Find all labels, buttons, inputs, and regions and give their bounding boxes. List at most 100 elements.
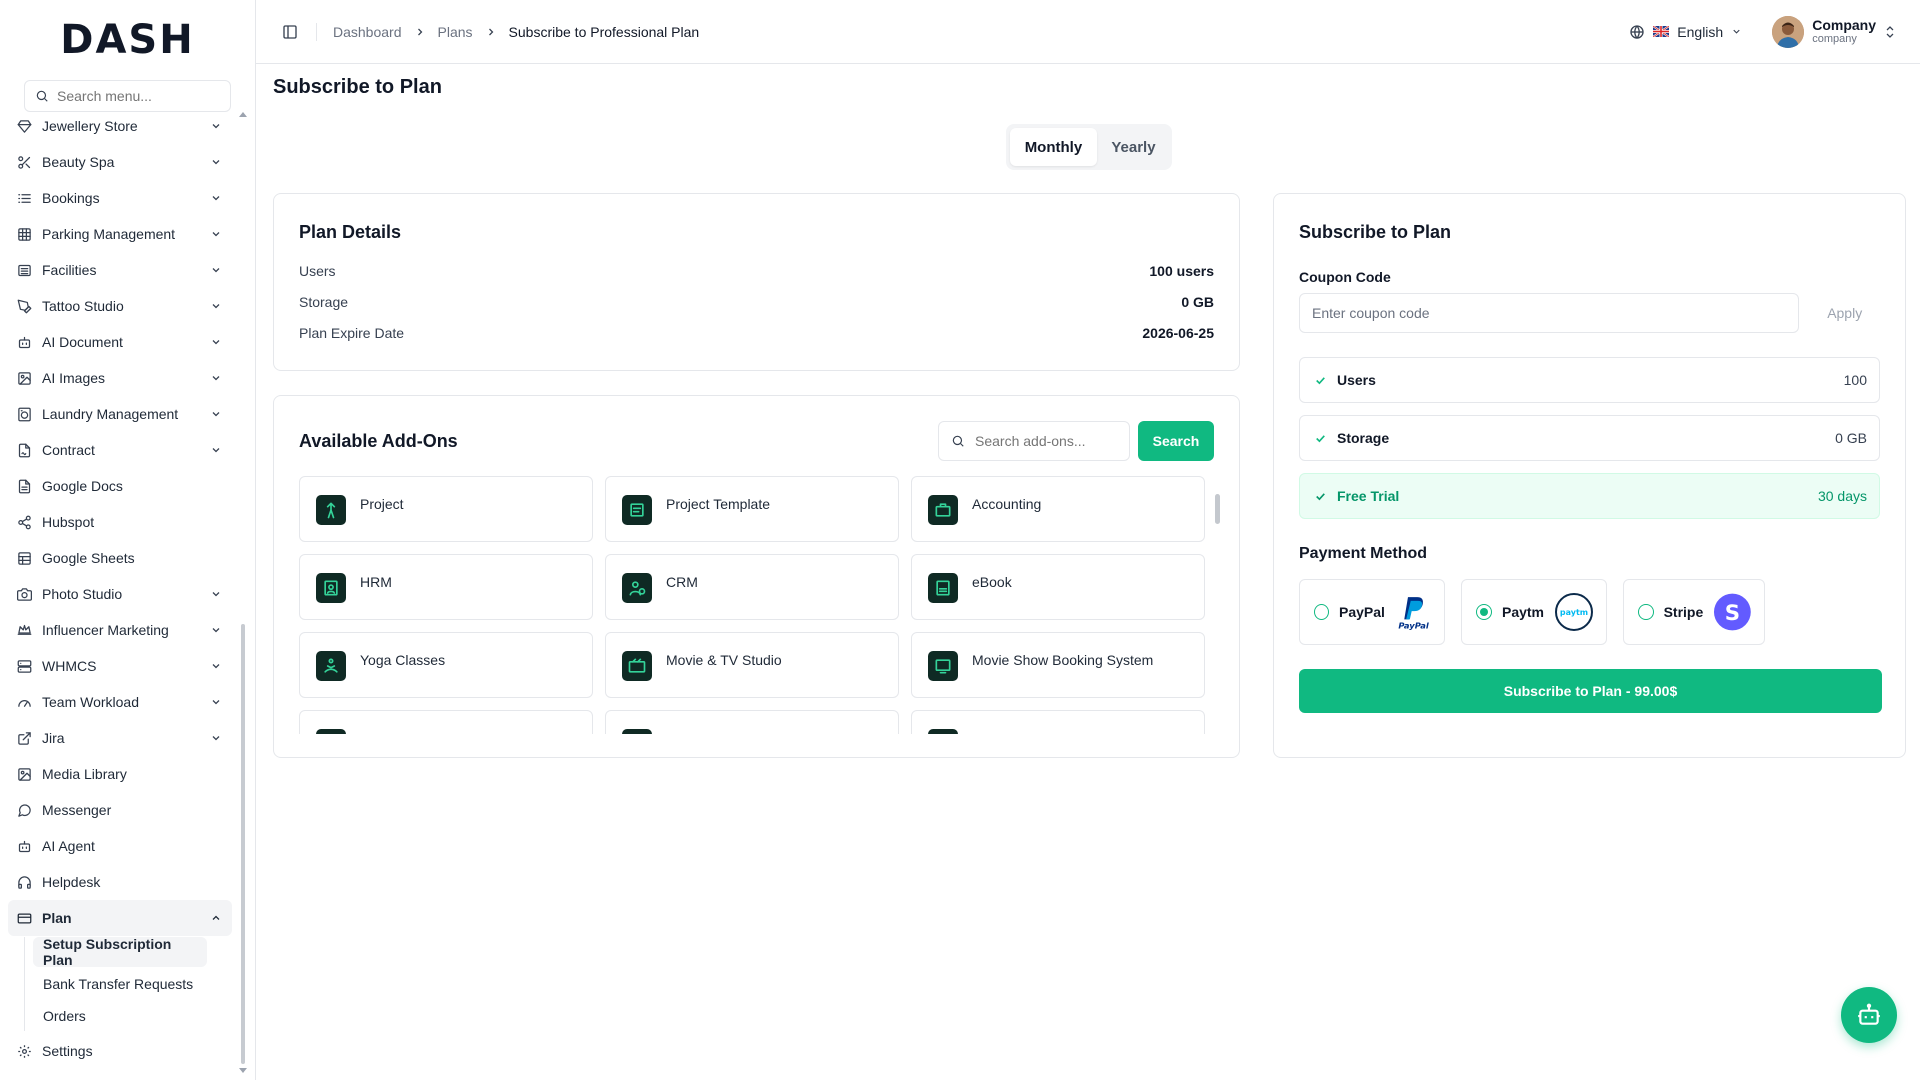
- sidebar-item-settings[interactable]: Settings: [8, 1033, 232, 1069]
- scissors-icon: [16, 154, 32, 170]
- headphones-icon: [16, 874, 32, 890]
- grid-icon: [16, 226, 32, 242]
- scroll-up-arrow[interactable]: [239, 112, 247, 117]
- apply-coupon-button[interactable]: Apply: [1809, 293, 1880, 333]
- sidebar-item-beauty-spa[interactable]: Beauty Spa: [8, 144, 232, 180]
- addon-scrollbar[interactable]: [1215, 494, 1220, 524]
- addon-icon: [316, 573, 346, 603]
- addon-yoga-classes[interactable]: Yoga Classes: [299, 632, 593, 698]
- sidebar-item-label: Influencer Marketing: [42, 622, 169, 638]
- sidebar-item-google-sheets[interactable]: Google Sheets: [8, 540, 232, 576]
- payment-option-stripe[interactable]: Stripe S: [1623, 579, 1765, 645]
- sidebar-item-hubspot[interactable]: Hubspot: [8, 504, 232, 540]
- breadcrumb-current: Subscribe to Professional Plan: [508, 23, 700, 40]
- tab-monthly[interactable]: Monthly: [1010, 128, 1097, 166]
- sidebar-item-label: Messenger: [42, 802, 112, 818]
- addon-hrm[interactable]: HRM: [299, 554, 593, 620]
- billing-period-toggle: Monthly Yearly: [1006, 124, 1172, 170]
- addon-name: Accounting: [972, 496, 1042, 512]
- sidebar-item-influencer-marketing[interactable]: Influencer Marketing: [8, 612, 232, 648]
- sidebar-item-facilities[interactable]: Facilities: [8, 252, 232, 288]
- addon-crm[interactable]: CRM: [605, 554, 899, 620]
- radio-stripe[interactable]: [1638, 604, 1654, 620]
- breadcrumb-plans[interactable]: Plans: [438, 24, 473, 40]
- payment-name: Paytm: [1501, 604, 1545, 620]
- sidebar-item-ai-document[interactable]: AI Document: [8, 324, 232, 360]
- bot-icon: [16, 838, 32, 854]
- stripe-logo-text: S: [1725, 601, 1740, 626]
- addon-search-field[interactable]: [938, 421, 1130, 461]
- sidebar-item-ai-agent[interactable]: AI Agent: [8, 828, 232, 864]
- user-menu[interactable]: Company company: [1772, 15, 1896, 48]
- radio-paypal[interactable]: [1314, 604, 1329, 620]
- sidebar-item-media-library[interactable]: Media Library: [8, 756, 232, 792]
- addon-icon: [622, 729, 652, 734]
- logo[interactable]: DASH: [0, 0, 255, 80]
- sidebar-item-messenger[interactable]: Messenger: [8, 792, 232, 828]
- chevron-down-icon: [208, 226, 224, 242]
- sidebar-item-label: AI Document: [42, 334, 123, 350]
- addon-item-10[interactable]: [605, 710, 899, 734]
- sidebar-item-bookings[interactable]: Bookings: [8, 180, 232, 216]
- coupon-row: Apply: [1299, 293, 1880, 333]
- addon-search-button[interactable]: Search: [1138, 421, 1214, 461]
- sidebar-item-ai-images[interactable]: AI Images: [8, 360, 232, 396]
- addon-movie-show-booking-system[interactable]: Movie Show Booking System: [911, 632, 1205, 698]
- sidebar-toggle-icon[interactable]: [280, 22, 300, 42]
- payment-option-paytm[interactable]: Paytm paytm: [1461, 579, 1607, 645]
- paytm-logo-icon: paytm: [1555, 593, 1594, 631]
- sidebar-search-input[interactable]: [57, 88, 217, 104]
- sidebar-item-whmcs[interactable]: WHMCS: [8, 648, 232, 684]
- scroll-down-arrow[interactable]: [239, 1068, 247, 1073]
- logo-text: DASH: [60, 17, 195, 63]
- building-icon: [16, 262, 32, 278]
- sidebar-item-photo-studio[interactable]: Photo Studio: [8, 576, 232, 612]
- addon-accounting[interactable]: Accounting: [911, 476, 1205, 542]
- addon-grid-viewport: Project Project Template Accounting HRM CRM e…: [299, 476, 1211, 734]
- ai-assistant-button[interactable]: [1841, 987, 1897, 1043]
- addon-project[interactable]: Project: [299, 476, 593, 542]
- payment-option-paypal[interactable]: PayPal PayPal: [1299, 579, 1445, 645]
- breadcrumb-dashboard[interactable]: Dashboard: [333, 24, 402, 40]
- crown-icon: [16, 622, 32, 638]
- sidebar-subitem-bank-transfer-requests[interactable]: Bank Transfer Requests: [33, 969, 232, 999]
- sidebar-item-parking-management[interactable]: Parking Management: [8, 216, 232, 252]
- addon-project-template[interactable]: Project Template: [605, 476, 899, 542]
- addon-search-input[interactable]: [975, 433, 1115, 449]
- addon-icon: [928, 573, 958, 603]
- tab-yearly[interactable]: Yearly: [1099, 128, 1168, 166]
- sidebar-item-contract[interactable]: Contract: [8, 432, 232, 468]
- language-selector[interactable]: English: [1629, 24, 1742, 40]
- sidebar-item-label: Laundry Management: [42, 406, 179, 422]
- sidebar-item-helpdesk[interactable]: Helpdesk: [8, 864, 232, 900]
- sidebar-subitem-setup-subscription-plan[interactable]: Setup Subscription Plan: [33, 936, 207, 968]
- coupon-input[interactable]: [1299, 293, 1800, 333]
- sidebar-item-label: Parking Management: [42, 226, 176, 242]
- sidebar-item-team-workload[interactable]: Team Workload: [8, 684, 232, 720]
- gear-icon: [16, 1043, 32, 1059]
- server-icon: [16, 658, 32, 674]
- addon-search-bar: Search: [938, 421, 1214, 461]
- sidebar-item-jira[interactable]: Jira: [8, 720, 232, 756]
- addons-title: Available Add-Ons: [299, 430, 458, 451]
- sidebar-item-label: Bookings: [42, 190, 100, 206]
- subscribe-button[interactable]: Subscribe to Plan - 99.00$: [1299, 669, 1882, 713]
- addon-grid: Project Project Template Accounting HRM CRM e…: [299, 476, 1211, 734]
- addon-ebook[interactable]: eBook: [911, 554, 1205, 620]
- check-icon: [1316, 376, 1325, 384]
- sidebar-item-laundry-management[interactable]: Laundry Management: [8, 396, 232, 432]
- sidebar-item-tattoo-studio[interactable]: Tattoo Studio: [8, 288, 232, 324]
- addon-item-11[interactable]: [911, 710, 1205, 734]
- addon-movie-tv-studio[interactable]: Movie & TV Studio: [605, 632, 899, 698]
- sidebar-item-plan[interactable]: Plan: [8, 900, 232, 936]
- feature-value: 100: [1843, 372, 1867, 388]
- radio-paytm[interactable]: [1476, 604, 1492, 620]
- sidebar-item-jewellery-store[interactable]: Jewellery Store: [8, 108, 232, 144]
- chevron-down-icon: [208, 622, 224, 638]
- addon-item-9[interactable]: [299, 710, 593, 734]
- sidebar-subitem-orders[interactable]: Orders: [33, 1001, 232, 1031]
- sidebar-item-google-docs[interactable]: Google Docs: [8, 468, 232, 504]
- sidebar-scrollbar[interactable]: [241, 624, 245, 1064]
- message-circle-icon: [16, 802, 32, 818]
- feature-storage: Storage 0 GB: [1299, 415, 1880, 461]
